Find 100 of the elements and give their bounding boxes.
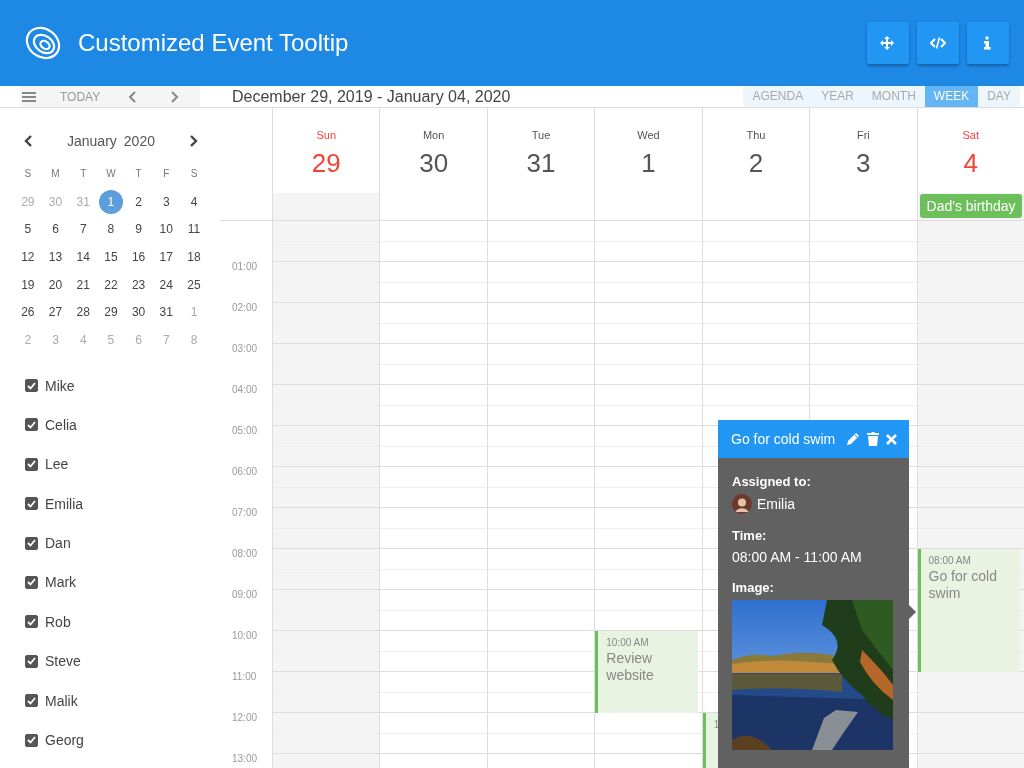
- checkbox[interactable]: [25, 733, 38, 747]
- time-label: 10:00: [232, 630, 258, 641]
- weekday-label: Sat: [962, 128, 979, 142]
- time-label: 01:00: [232, 261, 258, 272]
- calendar-day[interactable]: 30: [126, 300, 151, 325]
- move-icon: [880, 36, 896, 50]
- time-label: 04:00: [232, 384, 258, 395]
- tooltip-title: Go for cold swim: [731, 431, 837, 447]
- date-number: 3: [856, 148, 871, 178]
- calendar-day[interactable]: 7: [71, 217, 96, 242]
- chevron-right-icon[interactable]: [190, 135, 198, 147]
- avatar: [732, 494, 752, 514]
- close-icon[interactable]: [886, 433, 897, 445]
- calendar-day[interactable]: 20: [43, 272, 68, 297]
- trash-icon[interactable]: [867, 432, 879, 446]
- menu-icon[interactable]: [22, 91, 36, 102]
- date-number: 4: [963, 148, 978, 178]
- checkbox[interactable]: [25, 418, 38, 432]
- checkbox[interactable]: [25, 379, 38, 392]
- calendar-day[interactable]: 4: [181, 189, 206, 214]
- calendar-day[interactable]: 10: [154, 217, 179, 242]
- code-icon: [930, 36, 946, 50]
- resource-name: Malik: [45, 692, 78, 709]
- calendar-day[interactable]: 8: [98, 217, 123, 242]
- checkbox[interactable]: [25, 536, 38, 550]
- weekday-label: T: [135, 168, 142, 180]
- weekday-label: Fri: [856, 128, 870, 142]
- time-label: 06:00: [232, 466, 258, 477]
- calendar-day[interactable]: 11: [181, 217, 206, 242]
- move-button[interactable]: [867, 22, 909, 64]
- time-label: 03:00: [232, 343, 258, 354]
- weekday-label: Thu: [746, 128, 766, 142]
- info-button[interactable]: [967, 22, 1009, 64]
- weekday-label: S: [24, 168, 32, 180]
- chevron-left-icon[interactable]: [24, 135, 32, 147]
- resource-name: Celia: [45, 416, 77, 433]
- event-time: 08:00 AM: [928, 554, 972, 568]
- year-label: 2020: [123, 133, 155, 149]
- calendar-day[interactable]: 17: [154, 244, 179, 269]
- calendar-day[interactable]: 28: [71, 300, 96, 325]
- resource-name: Rob: [45, 613, 71, 630]
- code-button[interactable]: [917, 22, 959, 64]
- date-number: 2: [748, 148, 764, 178]
- calendar-day[interactable]: 24: [154, 272, 179, 297]
- event-time: 10:00 AM: [606, 636, 650, 650]
- app-title: Customized Event Tooltip: [78, 29, 350, 57]
- time-label: 13:00: [232, 753, 258, 764]
- calendar-day[interactable]: 19: [15, 272, 40, 297]
- calendar-day[interactable]: 27: [43, 300, 68, 325]
- resource-name: Emilia: [45, 495, 84, 512]
- field-label: Image:: [732, 579, 775, 597]
- checkbox[interactable]: [25, 615, 38, 629]
- calendar-day[interactable]: 9: [126, 217, 151, 242]
- resource-name: Steve: [45, 653, 81, 670]
- checkbox[interactable]: [25, 654, 38, 668]
- checkbox[interactable]: [25, 575, 38, 589]
- calendar-day[interactable]: 21: [71, 272, 96, 297]
- field-label: Assigned to:: [732, 473, 812, 491]
- calendar-day[interactable]: 15: [98, 244, 123, 269]
- date-number: 1: [641, 148, 656, 178]
- weekday-label: W: [106, 168, 116, 180]
- calendar-day[interactable]: 23: [126, 272, 151, 297]
- calendar-day[interactable]: 16: [126, 244, 151, 269]
- checkbox[interactable]: [25, 497, 38, 511]
- assignee-name: Emilia: [757, 495, 796, 513]
- calendar-day[interactable]: 6: [43, 217, 68, 242]
- time-label: 12:00: [232, 712, 258, 723]
- calendar-day[interactable]: 22: [98, 272, 123, 297]
- calendar-day[interactable]: 2: [126, 189, 151, 214]
- calendar-day[interactable]: 29: [98, 300, 123, 325]
- calendar-day[interactable]: 3: [154, 189, 179, 214]
- checkbox[interactable]: [25, 457, 38, 471]
- time-label: 05:00: [232, 425, 258, 436]
- calendar-day[interactable]: 31: [154, 300, 179, 325]
- event-title: Go for cold swim: [928, 568, 998, 602]
- time-label: 02:00: [232, 302, 258, 313]
- weekday-label: Sun: [316, 128, 336, 142]
- weekday-label: S: [190, 168, 198, 180]
- weekday-label: F: [163, 168, 170, 180]
- resource-name: Mark: [45, 574, 77, 591]
- resource-name: Dan: [45, 535, 71, 552]
- calendar-day[interactable]: 12: [15, 244, 40, 269]
- time-label: 09:00: [232, 589, 258, 600]
- calendar-day[interactable]: 13: [43, 244, 68, 269]
- weekday-label: Tue: [531, 128, 551, 142]
- date-range: December 29, 2019 - January 04, 2020: [232, 86, 511, 107]
- calendar-day[interactable]: 25: [181, 272, 206, 297]
- weekday-label: M: [51, 168, 60, 180]
- pencil-icon[interactable]: [846, 432, 860, 446]
- time-range: 08:00 AM - 11:00 AM: [732, 548, 863, 566]
- time-label: 11:00: [232, 671, 257, 682]
- checkbox[interactable]: [25, 694, 38, 708]
- calendar-day[interactable]: 14: [71, 244, 96, 269]
- date-number: 30: [419, 148, 449, 178]
- calendar-day[interactable]: 5: [15, 217, 40, 242]
- resource-name: Georg: [45, 732, 84, 748]
- calendar-day[interactable]: 26: [15, 300, 40, 325]
- weekday-label: Mon: [422, 128, 445, 142]
- calendar-day[interactable]: 18: [181, 244, 206, 269]
- resource-name: Mike: [45, 377, 75, 394]
